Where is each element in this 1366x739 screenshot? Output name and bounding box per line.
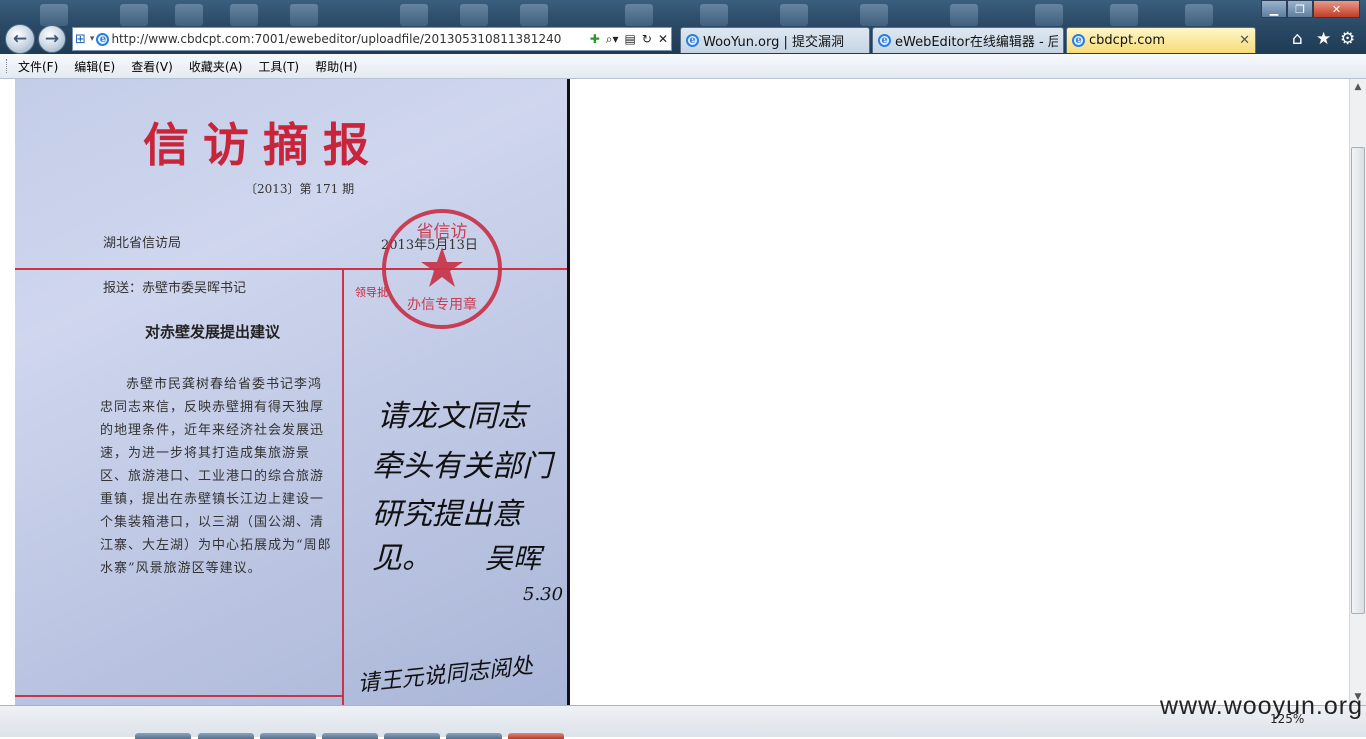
tab-wooyun[interactable]: e WooYun.org | 提交漏洞 <box>680 27 870 53</box>
page-content: 信访摘报 〔2013〕第 171 期 湖北省信访局 2013年5月13日 省信访… <box>0 79 1349 705</box>
header-rule <box>15 268 567 270</box>
scroll-up-arrow-icon[interactable]: ▲ <box>1350 79 1366 95</box>
leader-instruction-label: 领导批 <box>355 286 388 299</box>
svg-text:办信专用章: 办信专用章 <box>407 296 477 313</box>
gear-icon[interactable]: ⚙ <box>1340 29 1355 49</box>
address-bar[interactable]: ⊞ ▾ e http://www.cbdcpt.com:7001/ewebedi… <box>72 27 672 51</box>
desktop-icon-blur <box>780 4 808 26</box>
desktop-icon-blur <box>230 4 258 26</box>
back-button[interactable]: ← <box>5 24 35 54</box>
tab-label: eWebEditor在线编辑器 - 后... <box>895 35 1058 50</box>
handwritten-note-line: 请龙文同志 <box>377 399 527 434</box>
ie-tab-icon: e <box>878 34 891 47</box>
handwritten-signature: 吴晖 <box>485 542 542 575</box>
minimize-button[interactable]: ▁ <box>1261 0 1287 18</box>
menu-favorites[interactable]: 收藏夹(A) <box>189 58 243 75</box>
stop-icon[interactable]: ✕ <box>658 32 668 46</box>
close-tab-icon[interactable]: ✕ <box>1239 33 1250 48</box>
menu-tools[interactable]: 工具(T) <box>258 58 299 75</box>
desktop-icon-blur <box>400 4 428 26</box>
tab-label: cbdcpt.com <box>1089 33 1166 48</box>
add-favorite-icon[interactable]: ⊞ <box>75 32 86 47</box>
forward-arrow-icon: → <box>44 29 60 49</box>
menu-file[interactable]: 文件(F) <box>18 58 58 75</box>
ie-tab-icon: e <box>686 34 699 47</box>
desktop-icon-blur <box>1185 4 1213 26</box>
menu-grip <box>6 59 10 73</box>
ie-tab-icon: e <box>1072 34 1085 47</box>
vertical-scrollbar[interactable]: ▲ ▼ <box>1349 79 1366 705</box>
scroll-thumb[interactable] <box>1351 147 1365 614</box>
menu-edit[interactable]: 编辑(E) <box>74 58 115 75</box>
document-body: 赤壁市民龚树春给省委书记李鸿忠同志来信，反映赤壁拥有得天独厚的地理条件，近年来经… <box>100 377 332 576</box>
issuing-org: 湖北省信访局 <box>103 236 182 251</box>
document-photo: 信访摘报 〔2013〕第 171 期 湖北省信访局 2013年5月13日 省信访… <box>15 79 570 705</box>
desktop-icon-blur <box>950 4 978 26</box>
menu-help[interactable]: 帮助(H) <box>315 58 357 75</box>
footer-rule <box>15 695 342 697</box>
issue-number: 〔2013〕第 171 期 <box>245 182 355 196</box>
desktop-icon-blur <box>860 4 888 26</box>
handwritten-note-line: 牵头有关部门 <box>372 449 552 484</box>
desktop-icon-blur <box>520 4 548 26</box>
desktop-icon-blur <box>120 4 148 26</box>
taskbar-item[interactable] <box>322 733 378 739</box>
forward-button[interactable]: → <box>38 25 66 53</box>
taskbar-item[interactable] <box>135 733 191 739</box>
handwritten-note-line: 请王元说同志阅处 <box>356 653 535 698</box>
document-subject: 对赤壁发展提出建议 <box>145 323 281 341</box>
taskbar-item[interactable] <box>198 733 254 739</box>
desktop-icon-blur <box>290 4 318 26</box>
svg-text:省信访: 省信访 <box>417 222 468 242</box>
desktop-icon-blur <box>1110 4 1138 26</box>
desktop-icon-blur <box>175 4 203 26</box>
tab-cbdcpt[interactable]: e cbdcpt.com ✕ <box>1066 27 1256 53</box>
desktop-icon-blur <box>1035 4 1063 26</box>
compatibility-icon[interactable]: ✚ <box>590 32 600 46</box>
desktop-icon-blur <box>40 4 68 26</box>
document-heading: 信访摘报 <box>143 118 383 172</box>
menu-view[interactable]: 查看(V) <box>131 58 173 75</box>
home-icon[interactable]: ⌂ <box>1292 29 1303 49</box>
dropdown-icon[interactable]: ▾ <box>90 34 95 44</box>
desktop-icon-blur <box>460 4 488 26</box>
handwritten-date: 5.30 <box>523 584 564 605</box>
browser-title-bar: ▁ ❐ ✕ ← → ⊞ ▾ e http://www.cbdcpt.com:70… <box>0 0 1366 54</box>
tab-ewebeditor[interactable]: e eWebEditor在线编辑器 - 后... <box>872 27 1064 53</box>
desktop-icon-blur <box>625 4 653 26</box>
favorites-star-icon[interactable]: ★ <box>1316 29 1331 49</box>
restore-button[interactable]: ❐ <box>1287 0 1313 18</box>
tab-label: WooYun.org | 提交漏洞 <box>703 35 845 50</box>
address-url[interactable]: http://www.cbdcpt.com:7001/ewebeditor/up… <box>111 32 586 46</box>
taskbar-item[interactable] <box>446 733 502 739</box>
column-divider <box>342 270 344 705</box>
recipient-line: 报送：赤壁市委吴晖书记 <box>103 281 247 296</box>
taskbar-item[interactable] <box>384 733 440 739</box>
photo-edge <box>567 79 570 705</box>
close-window-button[interactable]: ✕ <box>1313 0 1360 18</box>
menu-bar: 文件(F) 编辑(E) 查看(V) 收藏夹(A) 工具(T) 帮助(H) <box>0 54 1366 79</box>
taskbar-item[interactable] <box>508 733 564 739</box>
ie-page-icon: e <box>96 32 110 46</box>
compat-view-icon[interactable]: ▤ <box>625 32 636 46</box>
status-bar: 125% www.wooyun.org <box>0 692 1366 739</box>
desktop-icon-blur <box>700 4 728 26</box>
watermark: www.wooyun.org <box>1160 692 1363 720</box>
search-icon[interactable]: ⌕▾ <box>606 32 619 47</box>
taskbar-item[interactable] <box>260 733 316 739</box>
back-arrow-icon: ← <box>12 29 28 49</box>
refresh-icon[interactable]: ↻ <box>642 32 652 46</box>
